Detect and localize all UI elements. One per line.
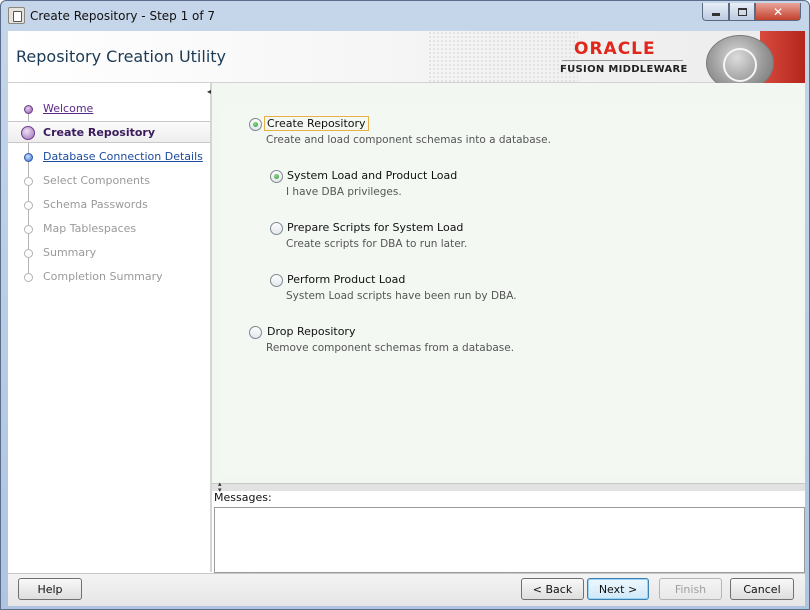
drop-repository-label[interactable]: Drop Repository: [267, 325, 355, 338]
maximize-icon: [737, 7, 747, 16]
next-button[interactable]: Next >: [587, 578, 649, 600]
drop-repository-radio[interactable]: [249, 326, 262, 339]
messages-area[interactable]: [214, 507, 805, 573]
nav-step-label: Map Tablespaces: [43, 222, 137, 235]
button-bar: Help < Back Next > Finish Cancel: [8, 573, 805, 606]
nav-step-label: Summary: [43, 246, 97, 259]
nav-step-map-tablespaces: Map Tablespaces: [8, 218, 210, 240]
messages-label: Messages:: [214, 491, 272, 504]
horizontal-splitter[interactable]: ▴ ▾: [212, 481, 805, 494]
drop-repository-desc: Remove component schemas from a database…: [266, 342, 515, 354]
logo-divider: [562, 60, 683, 61]
system-product-load-desc: I have DBA privileges.: [286, 186, 402, 198]
prepare-scripts-label[interactable]: Prepare Scripts for System Load: [287, 221, 463, 234]
main-content-panel: Create Repository Create and load compon…: [212, 83, 805, 483]
collapse-arrow-icon[interactable]: ◂: [207, 87, 211, 96]
finish-button: Finish: [659, 578, 722, 600]
minimize-icon: [711, 13, 720, 16]
close-button[interactable]: ✕: [755, 3, 801, 21]
banner-pattern: [428, 31, 578, 83]
create-repository-radio[interactable]: [249, 118, 262, 131]
step-pending-icon: [24, 249, 33, 258]
prepare-scripts-radio[interactable]: [270, 222, 283, 235]
fusion-middleware-label: FUSION MIDDLEWARE: [560, 64, 688, 75]
perform-product-load-radio[interactable]: [270, 274, 283, 287]
client-area: Repository Creation Utility ORACLE FUSIO…: [8, 31, 805, 606]
step-pending-icon: [24, 201, 33, 210]
perform-product-load-desc: System Load scripts have been run by DBA…: [286, 290, 517, 302]
create-repository-desc: Create and load component schemas into a…: [266, 134, 551, 146]
nav-step-create-repository[interactable]: Create Repository: [8, 121, 210, 143]
system-product-load-label[interactable]: System Load and Product Load: [287, 169, 457, 182]
nav-step-summary: Summary: [8, 242, 210, 264]
maximize-button[interactable]: [729, 3, 755, 21]
title-bar[interactable]: Create Repository - Step 1 of 7 ✕: [1, 1, 809, 31]
nav-step-label: Schema Passwords: [43, 198, 148, 211]
nav-step-label: Create Repository: [43, 126, 156, 139]
back-button[interactable]: < Back: [521, 578, 584, 600]
nav-step-select-components: Select Components: [8, 170, 210, 192]
nav-step-label: Completion Summary: [43, 270, 163, 283]
oracle-logo: ORACLE: [574, 39, 656, 59]
nav-step-welcome[interactable]: Welcome: [8, 98, 210, 120]
nav-step-label: Welcome: [43, 102, 94, 115]
installer-window: Create Repository - Step 1 of 7 ✕ Reposi…: [0, 0, 810, 610]
step-pending-icon: [24, 225, 33, 234]
help-button[interactable]: Help: [18, 578, 82, 600]
step-done-icon: [24, 105, 33, 114]
step-next-icon: [24, 153, 33, 162]
nav-step-schema-passwords: Schema Passwords: [8, 194, 210, 216]
nav-step-database-connection[interactable]: Database Connection Details: [8, 146, 210, 168]
create-repository-label[interactable]: Create Repository: [264, 116, 369, 131]
close-icon: ✕: [772, 4, 784, 19]
minimize-button[interactable]: [702, 3, 729, 21]
perform-product-load-label[interactable]: Perform Product Load: [287, 273, 405, 286]
nav-step-label: Select Components: [43, 174, 151, 187]
window-title: Create Repository - Step 1 of 7: [30, 9, 216, 23]
step-current-icon: [21, 126, 35, 140]
step-pending-icon: [24, 273, 33, 282]
nav-step-completion-summary: Completion Summary: [8, 266, 210, 288]
options-panel: Create Repository Create and load compon…: [222, 105, 802, 475]
header-banner: Repository Creation Utility ORACLE FUSIO…: [8, 31, 805, 91]
system-product-load-radio[interactable]: [270, 170, 283, 183]
prepare-scripts-desc: Create scripts for DBA to run later.: [286, 238, 468, 250]
step-pending-icon: [24, 177, 33, 186]
steps-navigation: Welcome Create Repository Database Conne…: [8, 83, 210, 572]
banner-title: Repository Creation Utility: [16, 47, 227, 66]
cancel-button[interactable]: Cancel: [730, 578, 794, 600]
app-icon: [8, 7, 25, 24]
nav-step-label: Database Connection Details: [43, 150, 203, 163]
